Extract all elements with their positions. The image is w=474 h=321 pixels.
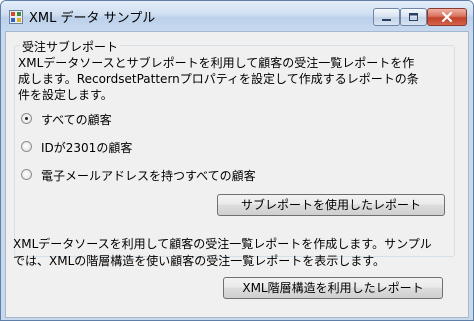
radio-button-icon[interactable] [21,141,32,152]
subreport-report-button[interactable]: サブレポートを使用したレポート [217,194,445,216]
minimize-icon [382,19,391,21]
main-window: XML データ サンプル 受注サブレポート XMLデータソースとサブレポートを利… [0,0,474,321]
maximize-button[interactable] [400,8,427,26]
radio-button-icon[interactable] [21,169,32,180]
radio-button-selected-icon[interactable] [21,113,32,124]
close-icon [441,11,453,23]
minimize-button[interactable] [373,8,400,26]
radio-label[interactable]: IDが2301の顧客 [41,139,132,156]
window-title: XML データ サンプル [29,11,156,26]
close-button[interactable] [427,8,467,26]
hierarchy-report-button[interactable]: XML階層構造を利用したレポート [223,277,443,299]
groupbox-legend: 受注サブレポート [20,38,121,55]
radio-label[interactable]: すべての顧客 [41,111,112,128]
client-area: 受注サブレポート XMLデータソースとサブレポートを利用して顧客の受注一覧レポー… [5,31,469,318]
maximize-icon [409,13,418,21]
group-description: XMLデータソースとサブレポートを利用して顧客の受注一覧レポートを作 成します。… [18,56,419,102]
radio-label[interactable]: 電子メールアドレスを持つすべての顧客 [41,167,256,184]
hierarchy-description: XMLデータソースを利用して顧客の受注一覧レポートを作成します。サンプル では、… [13,237,432,268]
window-app-icon[interactable] [9,9,23,24]
title-bar[interactable]: XML データ サンプル [1,1,473,31]
